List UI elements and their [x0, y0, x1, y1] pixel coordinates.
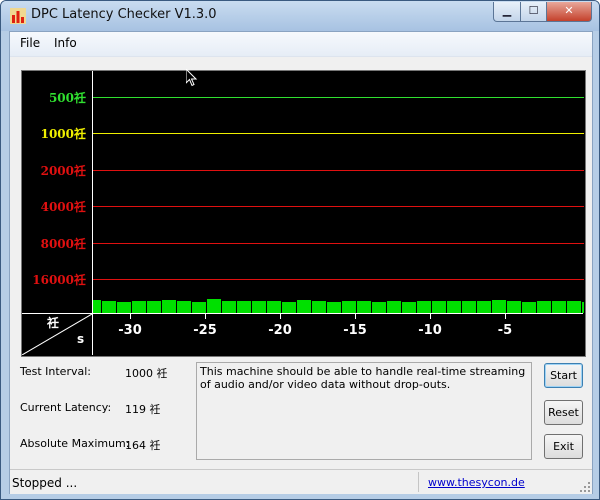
start-button[interactable]: Start: [544, 363, 583, 388]
latency-bar: [312, 301, 326, 313]
y-tick-label: 1000祍: [40, 127, 86, 141]
latency-bar: [447, 301, 461, 313]
status-separator: [418, 472, 419, 492]
x-tick-label: -20: [268, 323, 292, 338]
maximize-button[interactable]: ☐: [520, 2, 547, 22]
latency-bar: [177, 301, 191, 313]
gridline-4000: [93, 170, 584, 171]
window-title: DPC Latency Checker V1.3.0: [31, 7, 217, 22]
latency-bar: [417, 301, 431, 313]
absolute-maximum-label: Absolute Maximum:: [20, 437, 130, 450]
exit-button[interactable]: Exit: [544, 434, 583, 459]
x-tick: [205, 314, 206, 319]
gridline-500: [93, 279, 584, 280]
menu-bar: File Info: [10, 32, 592, 57]
latency-bar: [267, 301, 281, 313]
current-latency-label: Current Latency:: [20, 401, 112, 414]
current-latency-value: 119 祍: [125, 403, 161, 416]
gridline-2000: [93, 206, 584, 207]
x-unit-label: s: [77, 332, 85, 346]
latency-bar: [507, 301, 521, 313]
website-link[interactable]: www.thesycon.de: [428, 476, 525, 489]
message-text: This machine should be able to handle re…: [200, 365, 526, 391]
latency-bar: [462, 301, 476, 313]
latency-bar: [252, 301, 266, 313]
plot-area: [92, 71, 584, 313]
x-tick-label: -25: [193, 323, 217, 338]
latency-bar: [402, 302, 416, 313]
latency-bar: [162, 300, 176, 313]
latency-bar: [222, 301, 236, 313]
mouse-cursor-icon: [186, 69, 198, 87]
reset-button[interactable]: Reset: [544, 400, 583, 425]
latency-bar: [492, 300, 506, 313]
latency-bar: [237, 301, 251, 313]
latency-bar: [477, 301, 491, 313]
latency-bar: [522, 302, 536, 313]
y-tick-label: 500祍: [48, 91, 86, 105]
latency-bar: [93, 300, 101, 313]
x-tick-label: -30: [118, 323, 142, 338]
x-tick-label: -10: [418, 323, 442, 338]
axis-corner: 祍 s: [22, 314, 93, 355]
title-bar[interactable]: DPC Latency Checker V1.3.0 ▁ ☐ ✕: [1, 1, 599, 31]
latency-bar: [327, 302, 341, 313]
menu-file[interactable]: File: [20, 36, 40, 50]
latency-bar: [582, 302, 584, 313]
x-tick-label: -5: [497, 323, 513, 338]
app-icon: [10, 8, 26, 24]
latency-bar: [102, 301, 116, 313]
client-area: File Info 16000祍 8000祍 4000祍 2000祍 1000祍 500祍…: [9, 31, 593, 494]
test-interval-label: Test Interval:: [20, 365, 91, 378]
resize-grip-icon[interactable]: [580, 482, 590, 492]
x-tick: [505, 314, 506, 319]
minimize-button[interactable]: ▁: [493, 2, 521, 22]
y-tick-label: 8000祍: [40, 237, 86, 251]
menu-info[interactable]: Info: [54, 36, 77, 50]
gridline-1000: [93, 243, 584, 244]
latency-bar: [282, 302, 296, 313]
y-tick-label: 2000祍: [40, 164, 86, 178]
latency-bar: [147, 301, 161, 313]
y-tick-label: 16000祍: [32, 273, 86, 287]
app-window: DPC Latency Checker V1.3.0 ▁ ☐ ✕ File In…: [0, 0, 600, 500]
x-tick: [430, 314, 431, 319]
x-tick-label: -15: [343, 323, 367, 338]
latency-bar: [117, 302, 131, 313]
gridline-8000: [93, 133, 584, 134]
close-button[interactable]: ✕: [546, 2, 592, 22]
latency-bar: [567, 301, 581, 313]
y-tick-label: 4000祍: [40, 200, 86, 214]
latency-graph: 16000祍 8000祍 4000祍 2000祍 1000祍 500祍 祍 s -30 -2…: [21, 70, 586, 357]
status-bar: Stopped ... www.thesycon.de: [10, 469, 592, 494]
latency-bar: [372, 302, 386, 313]
latency-bar: [432, 301, 446, 313]
latency-bar: [357, 301, 371, 313]
latency-bar: [552, 301, 566, 313]
latency-bar: [387, 301, 401, 313]
x-tick: [130, 314, 131, 319]
test-interval-value: 1000 祍: [125, 367, 168, 380]
latency-bar: [192, 302, 206, 313]
message-box: This machine should be able to handle re…: [196, 362, 532, 460]
y-unit-label: 祍: [47, 316, 60, 330]
latency-bar: [297, 300, 311, 313]
latency-bar: [342, 301, 356, 313]
latency-bar: [537, 301, 551, 313]
x-tick: [355, 314, 356, 319]
absolute-maximum-value: 164 祍: [125, 439, 161, 452]
latency-bar: [207, 299, 221, 313]
x-axis: 祍 s -30 -25 -20 -15 -10 -5: [22, 313, 583, 355]
gridline-16000: [93, 97, 584, 98]
status-text: Stopped ...: [12, 476, 78, 490]
y-axis-labels: 16000祍 8000祍 4000祍 2000祍 1000祍 500祍: [22, 71, 92, 313]
latency-bar: [132, 301, 146, 313]
x-tick: [280, 314, 281, 319]
